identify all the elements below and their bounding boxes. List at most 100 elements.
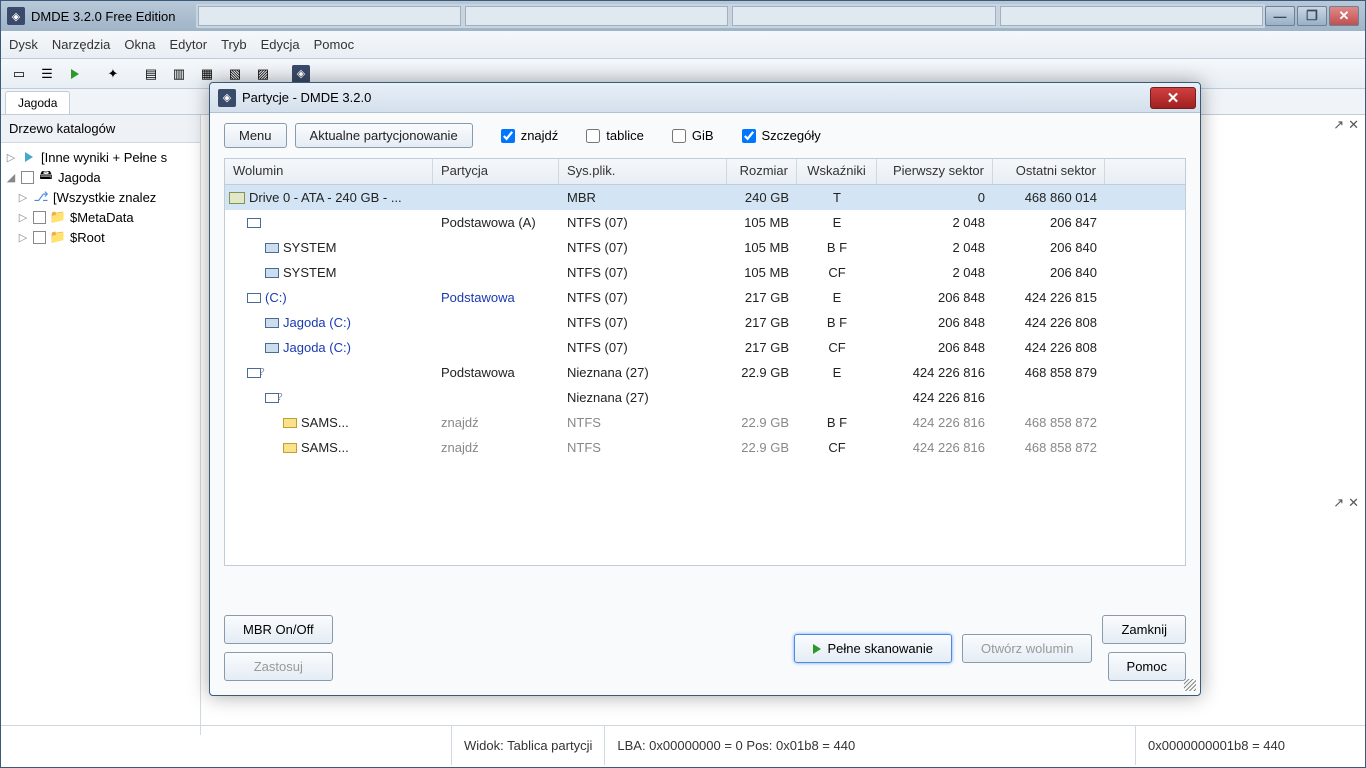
hdr-last-sector[interactable]: Ostatni sektor (993, 159, 1105, 184)
tree-row[interactable]: ▷⎇[Wszystkie znalez (1, 187, 200, 207)
cell-partition (433, 346, 559, 350)
cell-volume: Drive 0 - ATA - 240 GB - ... (249, 190, 402, 205)
tree-row[interactable]: ▷[Inne wyniki + Pełne s (1, 147, 200, 167)
cell-volume: SYSTEM (283, 240, 336, 255)
tb-view1-icon[interactable]: ▤ (139, 62, 163, 86)
table-row[interactable]: ?PodstawowaNieznana (27)22.9 GBE424 226 … (225, 360, 1185, 385)
checkbox-icon[interactable] (33, 231, 46, 244)
window-title: DMDE 3.2.0 Free Edition (31, 9, 176, 24)
menu-narzedzia[interactable]: Narzędzia (52, 37, 111, 52)
cell-last-sector: 424 226 808 (993, 313, 1105, 332)
directory-tree[interactable]: ▷[Inne wyniki + Pełne s ◢🖴Jagoda ▷⎇[Wszy… (1, 143, 200, 251)
dialog-titlebar[interactable]: ◈ Partycje - DMDE 3.2.0 ✕ (210, 83, 1200, 113)
cell-indicators: B F (797, 238, 877, 257)
cell-partition (433, 246, 559, 250)
pane-maximize-icon[interactable]: ↗ (1333, 495, 1344, 511)
main-titlebar[interactable]: ◈ DMDE 3.2.0 Free Edition — ❐ ✕ (1, 1, 1365, 31)
cell-first-sector: 2 048 (877, 238, 993, 257)
tb-view2-icon[interactable]: ▥ (167, 62, 191, 86)
tb-play-icon[interactable] (63, 62, 87, 86)
menu-edytor[interactable]: Edytor (170, 37, 208, 52)
checkbox-icon[interactable] (33, 211, 46, 224)
maximize-button[interactable]: ❐ (1297, 6, 1327, 26)
table-row[interactable]: SYSTEMNTFS (07)105 MBB F2 048206 840 (225, 235, 1185, 260)
hdr-partition[interactable]: Partycja (433, 159, 559, 184)
cell-size: 240 GB (727, 188, 797, 207)
play-icon (813, 644, 821, 654)
hdr-first-sector[interactable]: Pierwszy sektor (877, 159, 993, 184)
resize-grip-icon[interactable] (1184, 679, 1196, 691)
background-tabs (196, 4, 1265, 28)
gib-checkbox[interactable]: GiB (672, 128, 714, 143)
close-dialog-button[interactable]: Zamknij (1102, 615, 1186, 644)
details-checkbox[interactable]: Szczegóły (742, 128, 821, 143)
cell-last-sector: 468 858 872 (993, 413, 1105, 432)
menu-okna[interactable]: Okna (124, 37, 155, 52)
pane-maximize-icon[interactable]: ↗ (1333, 117, 1344, 133)
cell-indicators: E (797, 213, 877, 232)
dialog-top-controls: Menu Aktualne partycjonowanie znajdź tab… (224, 123, 1186, 148)
hdr-size[interactable]: Rozmiar (727, 159, 797, 184)
tree-row[interactable]: ▷📁$Root (1, 227, 200, 247)
dialog-bottom-buttons: MBR On/Off Zastosuj Pełne skanowanie Otw… (224, 615, 1186, 681)
mbr-onoff-button[interactable]: MBR On/Off (224, 615, 333, 644)
menu-pomoc[interactable]: Pomoc (314, 37, 354, 52)
dialog-close-button[interactable]: ✕ (1150, 87, 1196, 109)
table-row[interactable]: Drive 0 - ATA - 240 GB - ...MBR240 GBT04… (225, 185, 1185, 210)
menu-tryb[interactable]: Tryb (221, 37, 247, 52)
tree-row[interactable]: ▷📁$MetaData (1, 207, 200, 227)
doc-tab-jagoda[interactable]: Jagoda (5, 91, 70, 114)
close-button[interactable]: ✕ (1329, 6, 1359, 26)
hdr-indicators[interactable]: Wskaźniki (797, 159, 877, 184)
table-row[interactable]: SAMS...znajdźNTFS22.9 GBB F424 226 81646… (225, 410, 1185, 435)
checkbox-icon[interactable] (21, 171, 34, 184)
tb-list-icon[interactable]: ☰ (35, 62, 59, 86)
cell-last-sector: 468 860 014 (993, 188, 1105, 207)
volume-icon (265, 243, 279, 253)
tb-cards-icon[interactable]: ▭ (7, 62, 31, 86)
pane-close-icon[interactable]: ✕ (1348, 117, 1359, 133)
tb-newfolder-icon[interactable]: ✦ (101, 62, 125, 86)
table-row[interactable]: SAMS...znajdźNTFS22.9 GBCF424 226 816468… (225, 435, 1185, 460)
current-partitioning-button[interactable]: Aktualne partycjonowanie (295, 123, 473, 148)
table-row[interactable]: SYSTEMNTFS (07)105 MBCF2 048206 840 (225, 260, 1185, 285)
volume-icon (283, 418, 297, 428)
cell-volume: SAMS... (301, 440, 349, 455)
full-scan-button[interactable]: Pełne skanowanie (794, 634, 952, 663)
cell-last-sector (993, 396, 1105, 400)
volume-unknown-icon (265, 393, 279, 403)
hdr-filesystem[interactable]: Sys.plik. (559, 159, 727, 184)
minimize-button[interactable]: — (1265, 6, 1295, 26)
cell-partition (433, 321, 559, 325)
cell-first-sector: 424 226 816 (877, 438, 993, 457)
cell-first-sector: 0 (877, 188, 993, 207)
table-row[interactable]: Jagoda (C:)NTFS (07)217 GBCF206 848424 2… (225, 335, 1185, 360)
apply-button[interactable]: Zastosuj (224, 652, 333, 681)
tree-label: [Inne wyniki + Pełne s (41, 150, 167, 165)
cell-volume: Jagoda (C:) (283, 315, 351, 330)
cell-last-sector: 424 226 815 (993, 288, 1105, 307)
pane-close-icon[interactable]: ✕ (1348, 495, 1359, 511)
cell-indicators: E (797, 288, 877, 307)
grid-header[interactable]: Wolumin Partycja Sys.plik. Rozmiar Wskaź… (225, 159, 1185, 185)
menu-button[interactable]: Menu (224, 123, 287, 148)
tree-label: $Root (70, 230, 105, 245)
status-lba: LBA: 0x00000000 = 0 Pos: 0x01b8 = 440 (604, 726, 1135, 765)
tree-row[interactable]: ◢🖴Jagoda (1, 167, 200, 187)
cell-last-sector: 206 847 (993, 213, 1105, 232)
help-button[interactable]: Pomoc (1108, 652, 1186, 681)
cell-volume: (C:) (265, 290, 287, 305)
status-offset: 0x0000000001b8 = 440 (1135, 726, 1365, 765)
cell-indicators: T (797, 188, 877, 207)
cell-filesystem: Nieznana (27) (559, 363, 727, 382)
table-row[interactable]: (C:)PodstawowaNTFS (07)217 GBE206 848424… (225, 285, 1185, 310)
table-row[interactable]: Podstawowa (A)NTFS (07)105 MBE2 048206 8… (225, 210, 1185, 235)
hdr-volume[interactable]: Wolumin (225, 159, 433, 184)
menu-edycja[interactable]: Edycja (261, 37, 300, 52)
menu-dysk[interactable]: Dysk (9, 37, 38, 52)
open-volume-button[interactable]: Otwórz wolumin (962, 634, 1092, 663)
table-row[interactable]: Jagoda (C:)NTFS (07)217 GBB F206 848424 … (225, 310, 1185, 335)
tables-checkbox[interactable]: tablice (586, 128, 644, 143)
find-checkbox[interactable]: znajdź (501, 128, 559, 143)
table-row[interactable]: ?Nieznana (27)424 226 816 (225, 385, 1185, 410)
